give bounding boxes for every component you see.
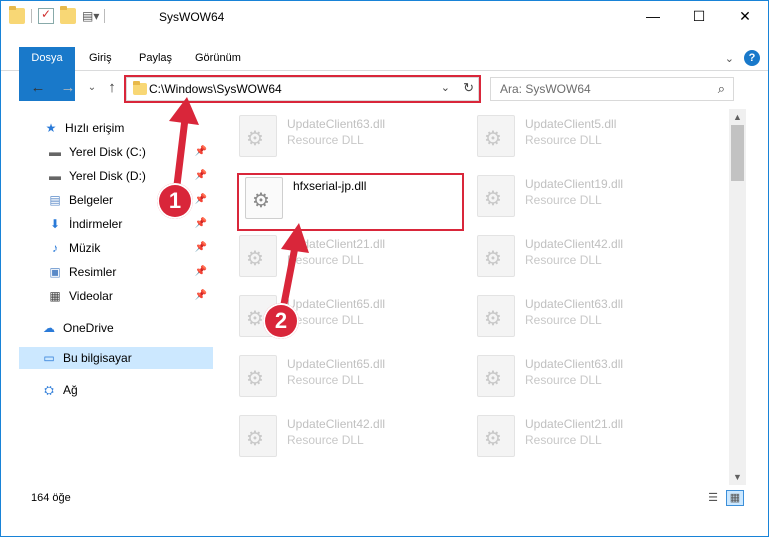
step-marker-1: 1	[157, 183, 193, 219]
arrowhead-to-file	[281, 223, 309, 253]
annotation-arrows	[169, 97, 309, 308]
arrow-to-address	[173, 115, 189, 189]
explorer-window: ▤▾ SysWOW64 — ☐ ✕ Dosya Giriş Paylaş Gör…	[0, 0, 769, 537]
arrow-to-file	[280, 243, 299, 308]
step-marker-2: 2	[263, 303, 299, 339]
arrowhead-to-address	[169, 97, 199, 125]
